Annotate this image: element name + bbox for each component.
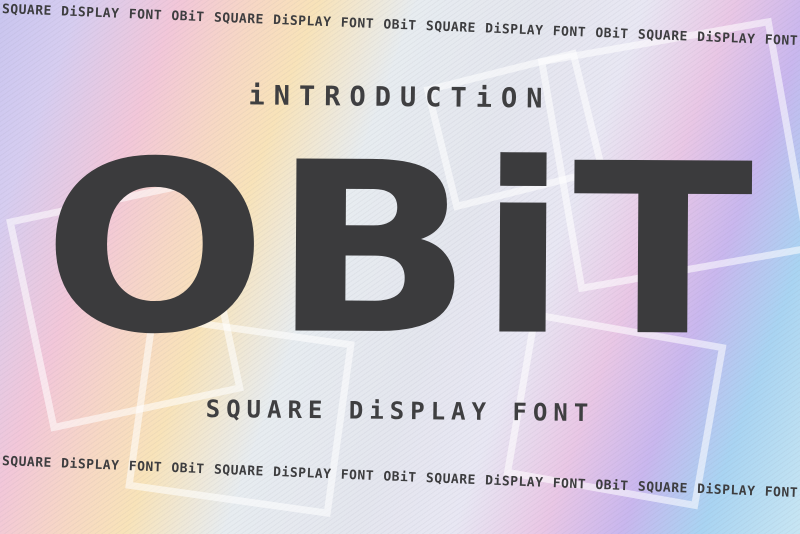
font-title: OBiT (41, 110, 759, 389)
